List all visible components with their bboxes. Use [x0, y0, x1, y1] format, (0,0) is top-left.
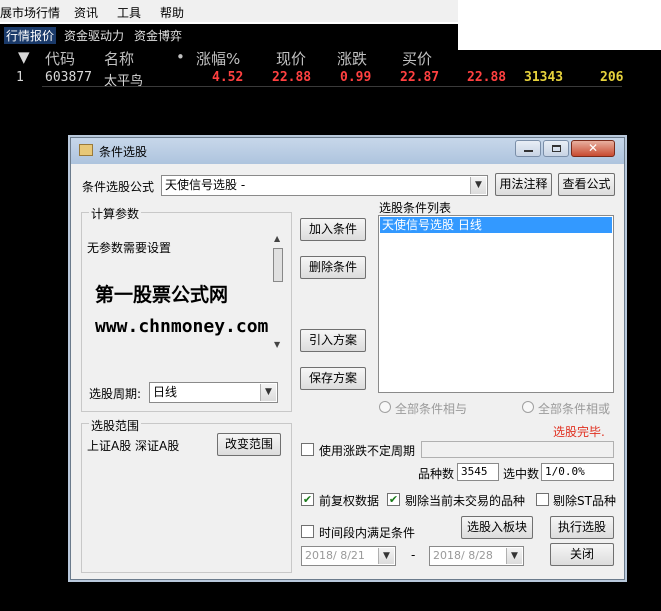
scope-title: 选股范围	[89, 417, 142, 434]
cell-volume: 31343	[524, 70, 564, 85]
params-scrollbar[interactable]: ▲ ▼	[272, 234, 284, 352]
calc-params-title: 计算参数	[89, 205, 142, 222]
menu-market[interactable]: 展市场行情	[0, 4, 60, 21]
change-scope-button[interactable]: 改变范围	[217, 433, 281, 456]
time-condition-checkbox[interactable]	[301, 525, 314, 538]
tab-quotes[interactable]: 行情报价	[4, 27, 57, 44]
dialog-titlebar: 条件选股 ✕	[71, 138, 624, 164]
chevron-down-icon: ▼	[470, 177, 486, 194]
cell-ask: 22.88	[467, 70, 507, 85]
tab-fund-drive[interactable]: 资金驱动力	[64, 27, 124, 44]
row-divider	[42, 86, 622, 87]
header-price[interactable]: 现价	[276, 48, 306, 69]
exclude-st-label: 剔除ST品种	[553, 494, 616, 508]
menu-help[interactable]: 帮助	[160, 4, 184, 21]
period-input[interactable]	[421, 441, 614, 458]
app-icon	[79, 144, 93, 156]
period-value: 日线	[153, 385, 178, 399]
date-to-value: 2018/ 8/28	[433, 549, 493, 562]
to-block-button[interactable]: 选股入板块	[461, 516, 533, 539]
header-change[interactable]: 涨跌	[337, 48, 367, 69]
variety-value: 3545	[457, 463, 499, 481]
period-select[interactable]: 日线 ▼	[149, 382, 278, 403]
cell-last-volume: 206	[600, 70, 624, 85]
selected-value: 1/0.0%	[541, 463, 614, 481]
delete-condition-button[interactable]: 删除条件	[300, 256, 366, 279]
cell-change: 0.99	[340, 70, 372, 85]
use-period-checkbox[interactable]	[301, 443, 314, 456]
header-code[interactable]: 代码	[45, 48, 75, 69]
radio-or-label: 全部条件相或	[538, 402, 611, 416]
radio-and-label: 全部条件相与	[395, 402, 468, 416]
blank-panel	[458, 0, 661, 50]
save-plan-button[interactable]: 保存方案	[300, 367, 366, 390]
view-formula-button[interactable]: 查看公式	[558, 173, 615, 196]
use-period-label: 使用涨跌不定周期	[319, 444, 416, 458]
row-arrow-icon: ▼	[18, 48, 30, 66]
prev-adjust-label: 前复权数据	[319, 494, 380, 508]
usage-notes-button[interactable]: 用法注释	[495, 173, 552, 196]
formula-select[interactable]: 天使信号选股 - ▼	[161, 175, 488, 196]
execute-button[interactable]: 执行选股	[550, 516, 614, 539]
header-name[interactable]: 名称	[104, 48, 134, 69]
no-params-text: 无参数需要设置	[87, 241, 172, 255]
close-button[interactable]: 关闭	[550, 543, 614, 566]
time-condition-label: 时间段内满足条件	[319, 526, 416, 540]
status-text: 选股完毕.	[553, 425, 605, 439]
header-change-pct[interactable]: 涨幅%	[196, 48, 240, 69]
minimize-button[interactable]	[515, 140, 541, 157]
exclude-untraded-label: 剔除当前未交易的品种	[405, 494, 526, 508]
watermark-title: 第一股票公式网	[95, 284, 229, 306]
cell-bid: 22.87	[400, 70, 440, 85]
radio-and[interactable]	[379, 401, 391, 413]
condition-list-item[interactable]: 天使信号选股 日线	[380, 217, 612, 233]
period-label: 选股周期:	[89, 387, 142, 401]
maximize-button[interactable]	[543, 140, 569, 157]
date-separator: -	[411, 548, 416, 562]
cell-code[interactable]: 603877	[45, 70, 92, 85]
menu-news[interactable]: 资讯	[74, 4, 98, 21]
formula-label: 条件选股公式	[82, 180, 155, 194]
prev-adjust-checkbox[interactable]: ✔	[301, 493, 314, 506]
import-plan-button[interactable]: 引入方案	[300, 329, 366, 352]
row-index: 1	[16, 70, 24, 85]
exclude-untraded-checkbox[interactable]: ✔	[387, 493, 400, 506]
radio-or[interactable]	[522, 401, 534, 413]
add-condition-button[interactable]: 加入条件	[300, 218, 366, 241]
selected-label: 选中数	[503, 467, 540, 481]
date-from-value: 2018/ 8/21	[305, 549, 365, 562]
condition-list-title: 选股条件列表	[379, 201, 452, 215]
cell-price: 22.88	[272, 70, 312, 85]
chevron-down-icon: ▼	[506, 548, 522, 564]
condition-list[interactable]: 天使信号选股 日线	[378, 215, 614, 393]
formula-value: 天使信号选股 -	[165, 178, 246, 192]
header-bid[interactable]: 买价	[402, 48, 432, 69]
menu-tools[interactable]: 工具	[117, 4, 141, 21]
tab-fund-game[interactable]: 资金博弈	[134, 27, 182, 44]
date-to-picker[interactable]: 2018/ 8/28 ▼	[429, 546, 524, 566]
variety-label: 品种数	[418, 467, 455, 481]
exclude-st-checkbox[interactable]	[536, 493, 549, 506]
chevron-down-icon: ▼	[260, 384, 276, 401]
scope-text: 上证A股 深证A股	[87, 439, 180, 453]
cell-change-pct: 4.52	[212, 70, 244, 85]
date-from-picker[interactable]: 2018/ 8/21 ▼	[301, 546, 396, 566]
watermark-url: www.chnmoney.com	[95, 316, 269, 337]
chevron-down-icon: ▼	[378, 548, 394, 564]
stock-filter-dialog: 条件选股 ✕ 条件选股公式 天使信号选股 - ▼ 用法注释 查看公式 计算参数 …	[70, 137, 625, 580]
close-window-button[interactable]: ✕	[571, 140, 615, 157]
header-dot: •	[176, 48, 185, 66]
dialog-title: 条件选股	[99, 145, 148, 159]
